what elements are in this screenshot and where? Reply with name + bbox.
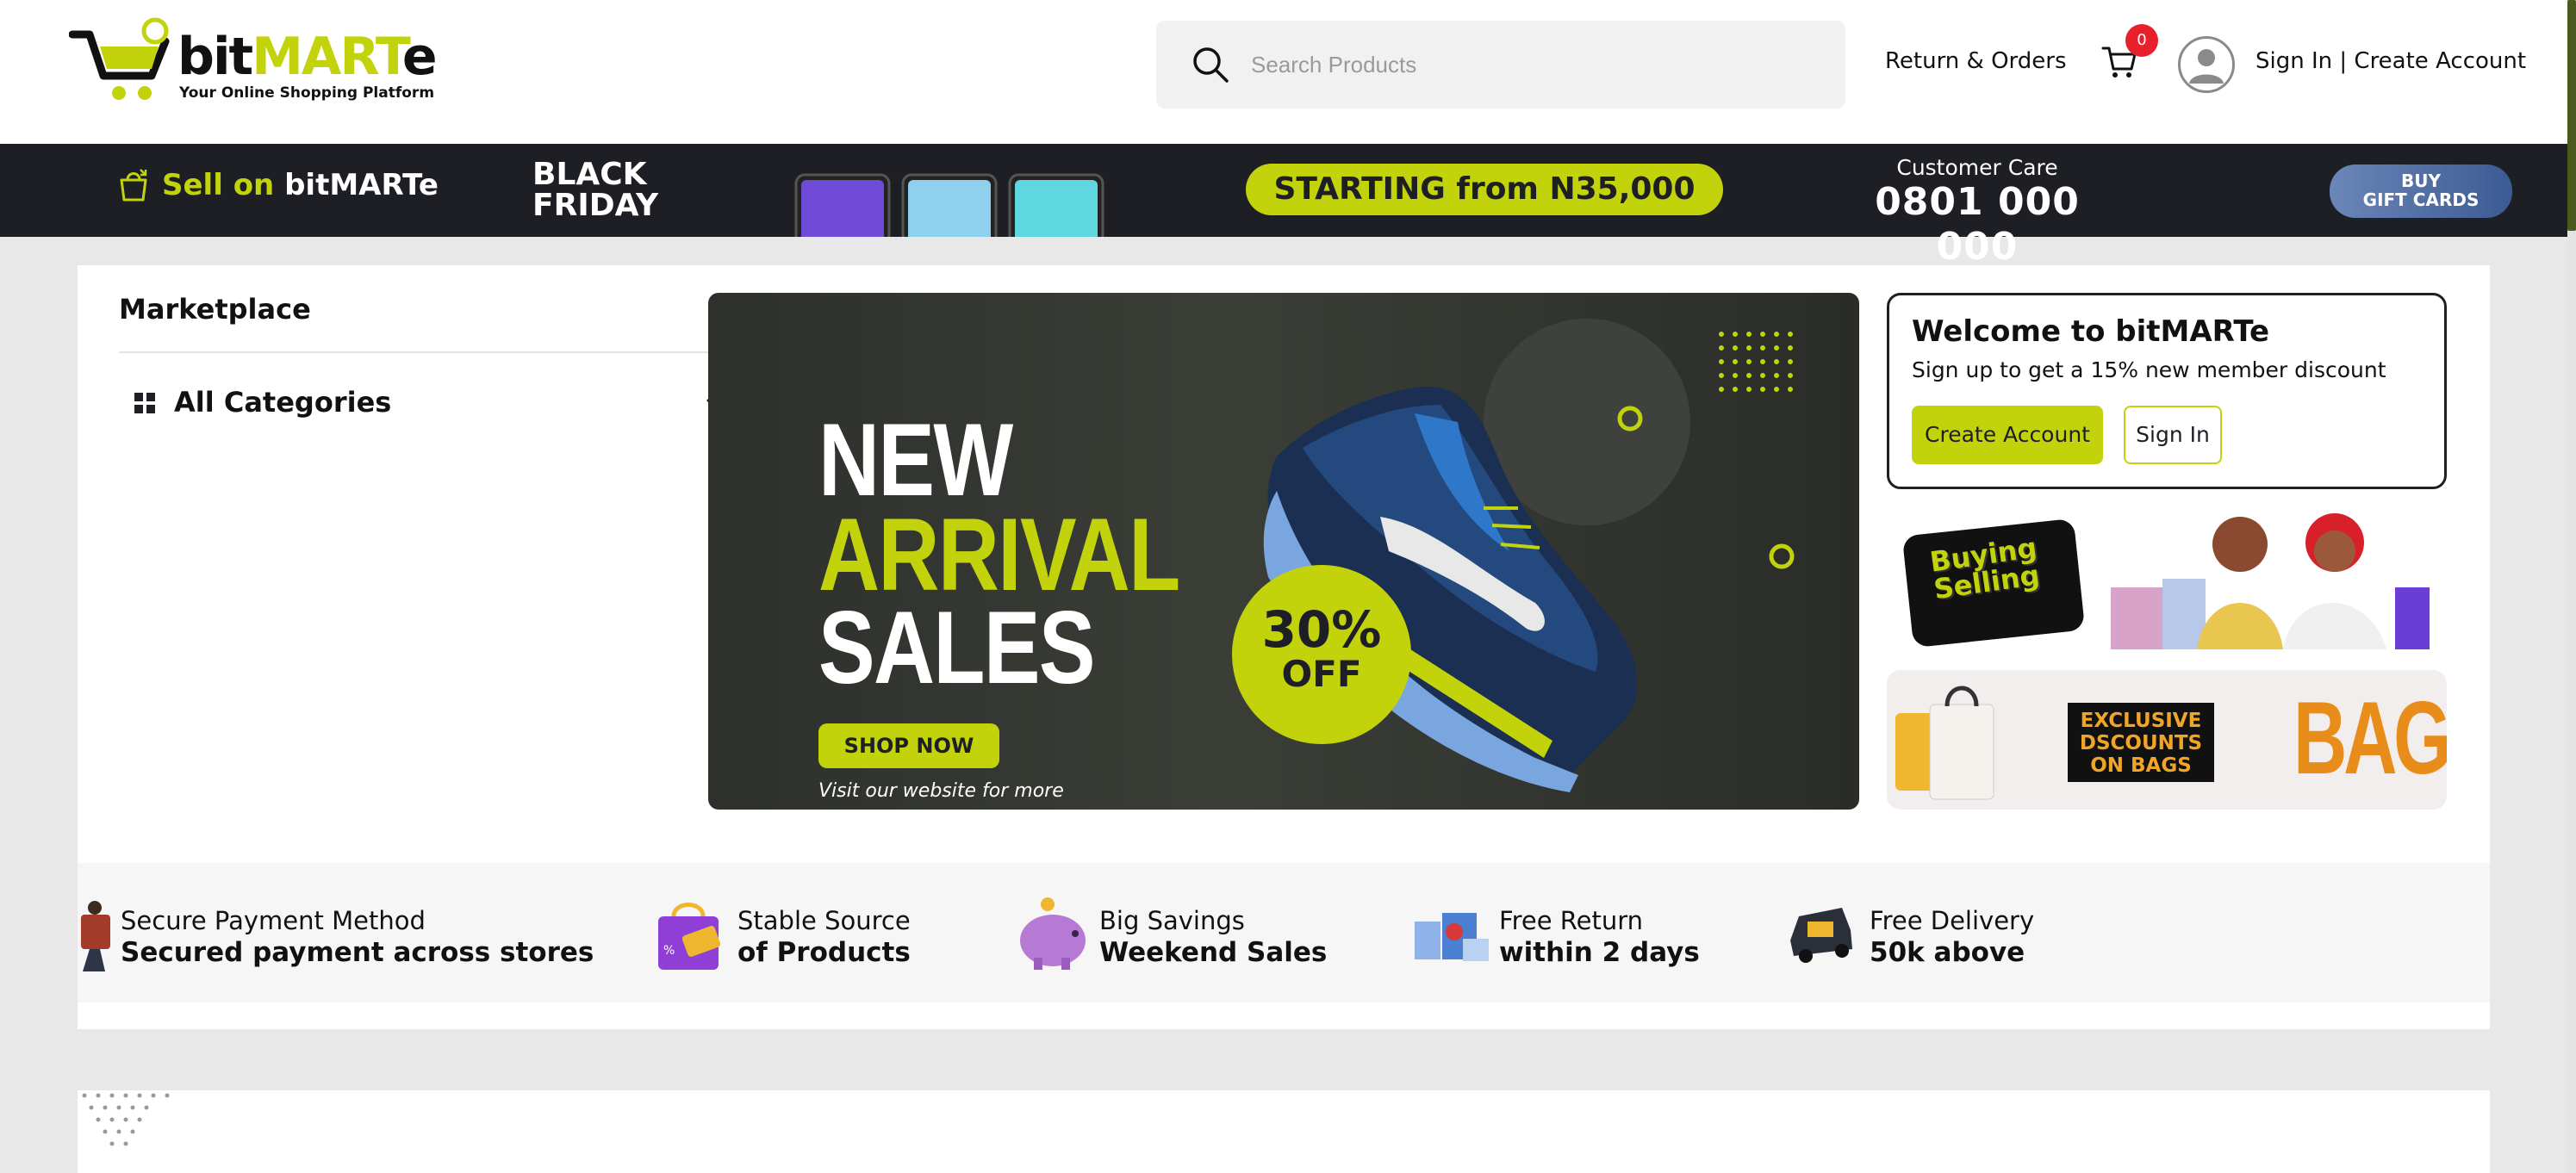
sign-in-button[interactable]: Sign In [2124,406,2222,464]
decorative-dots [82,1093,170,1146]
stable-source-icon: % [658,903,721,970]
feature-line1: Stable Source [737,906,911,935]
handbags-image [1895,686,1994,800]
signin-create-account-link[interactable]: Sign In | Create Account [2256,48,2526,74]
welcome-title: Welcome to bitMARTe [1912,314,2270,349]
cart-logo-icon [69,17,170,100]
black-friday-label: BLACK FRIDAY [532,159,658,221]
secure-payment-icon [81,901,110,971]
search-input[interactable] [1251,43,1820,86]
promo-strip[interactable]: Sell on bitMARTe BLACK FRIDAY STARTING f… [0,144,2567,269]
return-orders-link[interactable]: Return & Orders [1885,48,2067,74]
user-silhouette-icon [2189,49,2224,84]
features-strip: Secure Payment Method Secured payment ac… [78,863,2490,1002]
scrollbar-thumb[interactable] [2567,0,2576,231]
feature-free-delivery: Free Delivery 50k above [1782,896,2092,973]
all-categories-label: All Categories [174,386,392,419]
logo-wordmark: bitMARTe [177,31,438,83]
shop-now-button[interactable]: SHOP NOW [818,723,999,768]
feature-line2: of Products [737,937,911,968]
hero-line-new: NEW [818,402,1013,518]
discount-percent: 30% [1261,600,1382,659]
sell-prefix: Sell on [162,168,285,202]
exclusive-bags-banner[interactable]: EXCLUSIVE DSCOUNTS ON BAGS BAGS [1887,670,2447,810]
customer-care-label: Customer Care [1896,155,2058,180]
feature-line2: Secured payment across stores [121,937,594,968]
logo-part-mart: MART [252,27,404,87]
piggy-bank-icon [1020,897,1086,970]
site-header: bitMARTe Your Online Shopping Platform R… [0,0,2576,144]
buying-selling-text: Buying Selling [1928,531,2042,606]
delivery-truck-icon [1790,908,1852,963]
black-friday-line2: FRIDAY [532,188,659,223]
bitmarte-logo[interactable]: bitMARTe Your Online Shopping Platform [69,16,438,110]
logo-tagline: Your Online Shopping Platform [179,84,435,102]
sell-on-bitmarte[interactable]: Sell on bitMARTe [117,168,439,202]
create-account-button[interactable]: Create Account [1912,406,2103,464]
exclusive-line3: ON BAGS [2090,754,2192,777]
sell-text: Sell on bitMARTe [162,168,439,202]
welcome-card: Welcome to bitMARTe Sign up to get a 15%… [1887,293,2447,489]
phones-image [794,173,1104,237]
search-bar[interactable] [1156,21,1845,109]
hero-line-arrival: ARRIVAL [818,497,1180,612]
marketplace-sidebar: Marketplace All Categories [119,293,758,422]
shopping-bag-icon [120,169,147,202]
discount-off: OFF [1281,653,1362,695]
exclusive-line2: DSCOUNTS [2079,732,2203,754]
feature-big-savings: Big Savings Weekend Sales [1011,896,1391,973]
feature-line2: within 2 days [1499,937,1700,968]
feature-stable-source: % Stable Source of Products [650,896,943,973]
page-scrollbar[interactable] [2567,0,2576,1173]
marketplace-title: Marketplace [119,293,311,326]
hero-banner[interactable]: NEW ARRIVAL SALES 30% OFF SHOP NOW Visit… [708,293,1859,810]
logo-part-bit: bit [177,27,253,87]
user-avatar-icon[interactable] [2178,36,2235,93]
exclusive-line1: EXCLUSIVE [2080,710,2202,732]
grid-icon [134,393,155,413]
feature-line1: Secure Payment Method [121,906,426,935]
feature-line1: Free Delivery [1870,906,2035,935]
buying-selling-banner[interactable]: Buying Selling [1887,510,2447,649]
customer-care: Customer Care 0801 000 000 [1835,156,2119,270]
customer-care-number: 0801 000 000 [1875,180,2080,269]
search-icon[interactable] [1191,45,1230,84]
hero-footer-text: Visit our website for more [818,780,1064,802]
shoppers-image [2111,513,2430,649]
starting-price-pill[interactable]: STARTING from N35,000 [1246,164,1723,215]
discount-badge: 30% OFF [1232,565,1411,744]
marketplace-divider [119,351,758,353]
bags-title: BAGS [2293,680,2447,796]
main-panel: Marketplace All Categories NEW ARRIVAL S… [78,265,2490,1029]
gift-cards-line1: BUY [2401,171,2441,191]
exclusive-discounts-label: EXCLUSIVE DSCOUNTS ON BAGS [2068,703,2214,782]
logo-part-e: e [401,27,438,87]
next-section-panel [78,1090,2490,1173]
black-friday-line1: BLACK [532,157,647,192]
buy-gift-cards-button[interactable]: BUY GIFT CARDS [2330,164,2512,218]
feature-line1: Free Return [1499,906,1643,935]
welcome-subtitle: Sign up to get a 15% new member discount [1912,357,2386,382]
feature-line2: Weekend Sales [1099,937,1328,968]
sell-brand: bitMARTe [284,168,439,202]
feature-secure-payment: Secure Payment Method Secured payment ac… [78,896,594,973]
all-categories-dropdown[interactable]: All Categories [119,384,758,422]
gift-cards-line2: GIFT CARDS [2362,189,2480,210]
feature-line1: Big Savings [1099,906,1245,935]
free-return-icon [1415,913,1489,961]
hero-line-sales: SALES [818,590,1096,705]
feature-line2: 50k above [1870,937,2025,968]
cart-count-badge: 0 [2125,24,2158,57]
svg-text:%: % [663,944,675,958]
feature-free-return: Free Return within 2 days [1411,896,1773,973]
